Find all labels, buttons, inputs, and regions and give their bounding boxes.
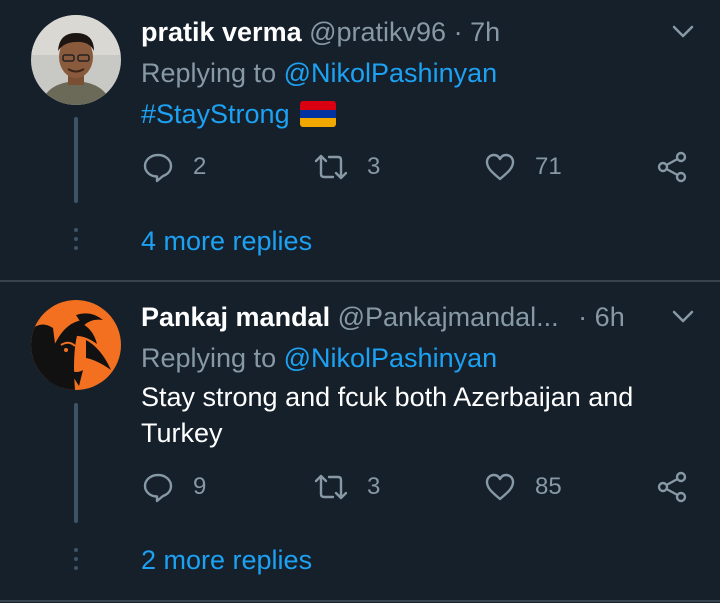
avatar[interactable] (31, 15, 121, 105)
heart-icon (485, 473, 515, 501)
armenia-flag-icon (299, 100, 336, 127)
user-handle[interactable]: @pratikv96 (309, 17, 446, 47)
tweet-actions: 9 3 85 (141, 467, 701, 507)
hashtag-link[interactable]: #StayStrong (141, 99, 290, 129)
tweet[interactable]: Pankaj mandal @Pankajmandal... · 6h Repl… (0, 283, 720, 601)
display-name[interactable]: Pankaj mandal (141, 302, 330, 332)
timestamp[interactable]: 7h (470, 17, 500, 47)
thread-dots (73, 548, 79, 575)
reply-icon (143, 153, 173, 183)
tweet-header: Pankaj mandal @Pankajmandal... · 6h (141, 300, 681, 334)
retweet-icon (314, 474, 348, 500)
share-button[interactable] (655, 147, 689, 187)
replying-to: Replying to @NikolPashinyan (141, 341, 497, 375)
reply-count: 2 (193, 153, 207, 180)
mention-link[interactable]: @NikolPashinyan (284, 58, 498, 88)
mention-link[interactable]: @NikolPashinyan (284, 343, 498, 373)
like-button[interactable]: 71 (483, 147, 562, 187)
thread-line (74, 403, 78, 523)
reply-button[interactable]: 2 (141, 147, 206, 187)
replying-to: Replying to @NikolPashinyan (141, 56, 497, 90)
chevron-down-icon[interactable] (666, 300, 700, 334)
heart-icon (485, 153, 515, 181)
avatar-photo (31, 15, 121, 105)
tweet-actions: 2 3 71 (141, 147, 701, 187)
more-replies-link[interactable]: 4 more replies (141, 226, 312, 257)
avatar-illustration (31, 300, 121, 390)
like-button[interactable]: 85 (483, 467, 562, 507)
reply-count: 9 (193, 473, 207, 500)
avatar[interactable] (31, 300, 121, 390)
share-button[interactable] (655, 467, 689, 507)
retweet-count: 3 (367, 153, 381, 180)
display-name[interactable]: pratik verma (141, 17, 302, 47)
retweet-count: 3 (367, 473, 381, 500)
more-replies-link[interactable]: 2 more replies (141, 545, 312, 576)
divider (0, 600, 720, 602)
tweet-text: Stay strong and fcuk both Azerbaijan and… (141, 382, 634, 448)
retweet-button[interactable]: 3 (313, 467, 380, 507)
divider (0, 280, 720, 282)
thread-line (74, 117, 78, 203)
replying-prefix: Replying to (141, 58, 277, 88)
thread-dots (73, 228, 79, 255)
tweet-text: #StayStrong (141, 96, 336, 132)
timestamp[interactable]: 6h (595, 302, 625, 332)
share-icon (657, 471, 687, 503)
reply-icon (143, 473, 173, 503)
like-count: 71 (535, 153, 562, 180)
tweet-header: pratik verma @pratikv96 · 7h (141, 15, 681, 49)
retweet-icon (314, 154, 348, 180)
share-icon (657, 151, 687, 183)
like-count: 85 (535, 473, 562, 500)
separator: · (453, 17, 463, 47)
retweet-button[interactable]: 3 (313, 147, 380, 187)
reply-button[interactable]: 9 (141, 467, 206, 507)
replying-prefix: Replying to (141, 343, 277, 373)
separator: · (578, 302, 588, 332)
user-handle[interactable]: @Pankajmandal... (338, 302, 559, 332)
tweet[interactable]: pratik verma @pratikv96 · 7h Replying to… (0, 0, 720, 280)
chevron-down-icon[interactable] (666, 15, 700, 49)
